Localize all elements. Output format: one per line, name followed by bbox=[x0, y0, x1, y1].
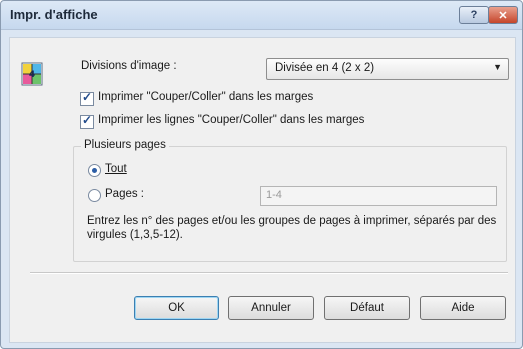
dialog-body: 4 Divisions d'image : Divisée en 4 (2 x … bbox=[9, 37, 516, 343]
window-title: Impr. d'affiche bbox=[10, 7, 98, 22]
print-cut-paste-margins-label: Imprimer "Couper/Coller" dans les marges bbox=[98, 91, 314, 103]
default-button[interactable]: Défaut bbox=[324, 296, 410, 320]
print-cut-paste-margins-checkbox[interactable]: ✓ bbox=[80, 90, 94, 106]
multiple-pages-title: Plusieurs pages bbox=[81, 139, 169, 151]
close-button[interactable]: ✕ bbox=[488, 6, 518, 24]
pages-label: Pages : bbox=[105, 188, 144, 200]
image-divisions-value: Divisée en 4 (2 x 2) bbox=[275, 62, 375, 74]
checkmark-icon: ✓ bbox=[82, 113, 93, 127]
radio-selected-dot bbox=[92, 168, 97, 173]
cancel-button[interactable]: Annuler bbox=[228, 296, 314, 320]
poster-print-icon: 4 bbox=[21, 62, 43, 86]
image-divisions-label: Divisions d'image : bbox=[81, 60, 177, 72]
checkmark-icon: ✓ bbox=[82, 90, 93, 104]
pages-radio[interactable] bbox=[88, 189, 101, 202]
ok-button[interactable]: OK bbox=[134, 296, 219, 320]
all-pages-radio[interactable] bbox=[88, 164, 101, 177]
svg-text:4: 4 bbox=[29, 70, 35, 80]
image-divisions-select[interactable]: Divisée en 4 (2 x 2) ▼ bbox=[266, 58, 509, 80]
print-cut-paste-lines-checkbox[interactable]: ✓ bbox=[80, 113, 94, 129]
print-cut-paste-lines-label: Imprimer les lignes "Couper/Coller" dans… bbox=[98, 114, 365, 126]
pages-input-value: 1-4 bbox=[266, 189, 282, 201]
dialog-window: Impr. d'affiche ? ✕ 4 Divisions d'image … bbox=[0, 0, 523, 349]
pages-description: Entrez les n° des pages et/ou les groupe… bbox=[87, 215, 497, 241]
chevron-down-icon: ▼ bbox=[493, 62, 502, 72]
pages-input[interactable]: 1-4 bbox=[260, 186, 497, 206]
divider bbox=[30, 272, 508, 274]
all-pages-label: Tout bbox=[105, 163, 127, 175]
help-title-button[interactable]: ? bbox=[459, 6, 489, 24]
help-button[interactable]: Aide bbox=[420, 296, 506, 320]
title-bar[interactable]: Impr. d'affiche ? ✕ bbox=[1, 1, 522, 30]
